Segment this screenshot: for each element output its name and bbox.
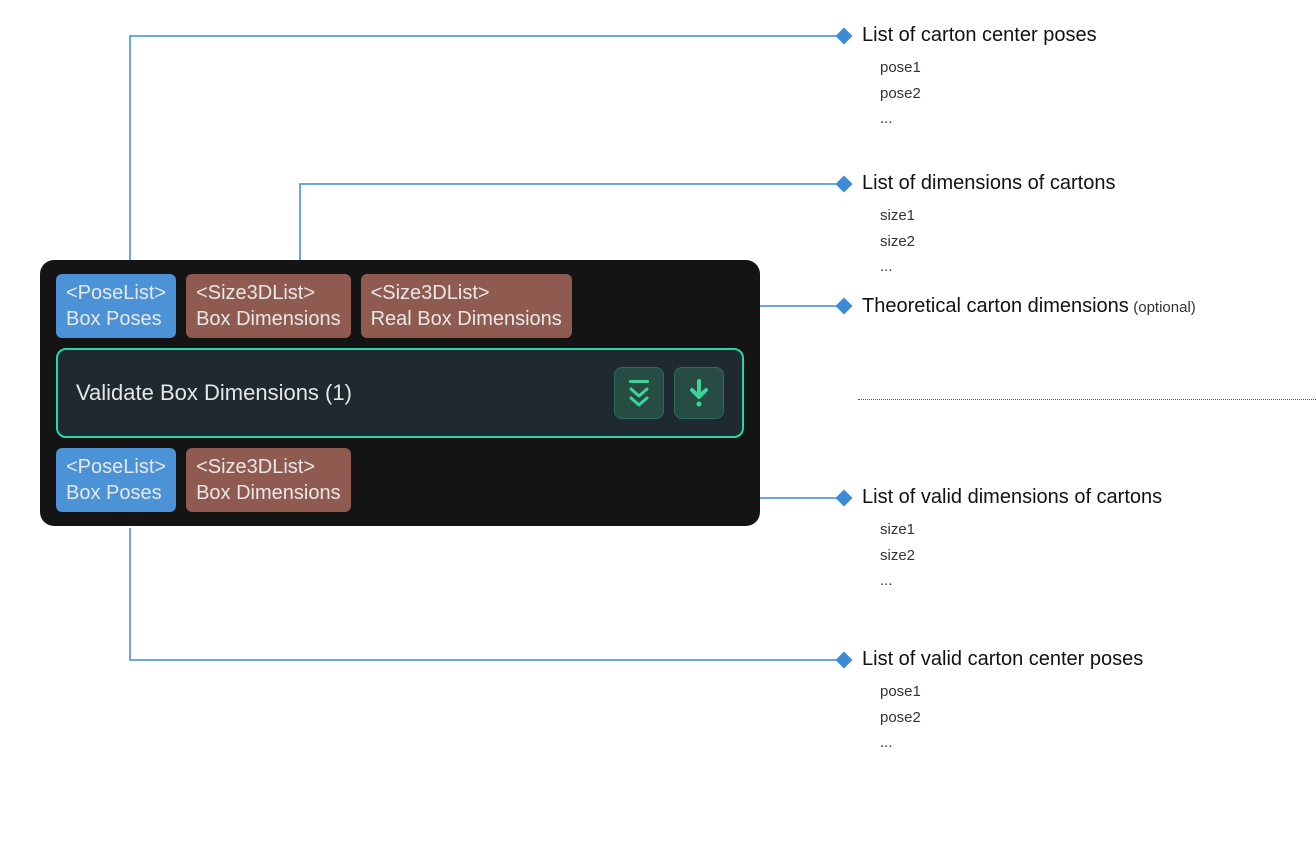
annotation-input-dimensions: List of dimensions of cartons size1 size… [862,172,1115,280]
port-type: <PoseList> [66,280,166,306]
output-port-row: <PoseList> Box Poses <Size3DList> Box Di… [56,448,744,512]
annotation-item: ... [880,254,1115,280]
annotation-item: ... [880,730,1143,756]
annotation-title: List of carton center poses [862,24,1097,47]
bullet-diamond [836,652,853,669]
output-port-box-dimensions[interactable]: <Size3DList> Box Dimensions [186,448,351,512]
port-label: Box Dimensions [196,480,341,506]
annotation-title: List of valid dimensions of cartons [862,486,1162,509]
input-port-box-poses[interactable]: <PoseList> Box Poses [56,274,176,338]
annotation-item: size1 [880,203,1115,229]
diagram-canvas: <PoseList> Box Poses <Size3DList> Box Di… [0,0,1316,848]
annotation-optional: (optional) [1133,299,1196,316]
annotation-item: ... [880,568,1162,594]
annotation-item: size1 [880,517,1162,543]
port-label: Box Poses [66,480,166,506]
annotation-item: pose1 [880,679,1143,705]
annotation-output-poses: List of valid carton center poses pose1 … [862,648,1143,756]
annotation-title: List of valid carton center poses [862,648,1143,671]
node-body[interactable]: Validate Box Dimensions (1) [56,348,744,438]
annotation-item: pose2 [880,705,1143,731]
annotation-item: pose2 [880,81,1097,107]
port-label: Real Box Dimensions [371,306,562,332]
annotation-items: pose1 pose2 ... [880,55,1097,132]
annotation-input-real-dimensions: Theoretical carton dimensions (optional) [862,295,1196,318]
port-type: <PoseList> [66,454,166,480]
node-title: Validate Box Dimensions (1) [76,380,352,406]
input-port-row: <PoseList> Box Poses <Size3DList> Box Di… [56,274,744,338]
annotation-input-poses: List of carton center poses pose1 pose2 … [862,24,1097,132]
annotation-title: Theoretical carton dimensions [862,295,1129,317]
annotation-items: size1 size2 ... [880,517,1162,594]
bullet-diamond [836,28,853,45]
port-type: <Size3DList> [371,280,562,306]
bullet-diamond [836,490,853,507]
download-button[interactable] [674,367,724,419]
divider [858,399,1316,400]
node-actions [614,367,724,419]
annotation-title: List of dimensions of cartons [862,172,1115,195]
arrow-down-icon [687,378,711,408]
input-port-box-dimensions[interactable]: <Size3DList> Box Dimensions [186,274,351,338]
annotation-item: size2 [880,229,1115,255]
annotation-output-dimensions: List of valid dimensions of cartons size… [862,486,1162,594]
node-panel: <PoseList> Box Poses <Size3DList> Box Di… [40,260,760,526]
port-type: <Size3DList> [196,280,341,306]
bullet-diamond [836,176,853,193]
annotation-items: pose1 pose2 ... [880,679,1143,756]
port-type: <Size3DList> [196,454,341,480]
expand-button[interactable] [614,367,664,419]
chevrons-down-icon [625,378,653,408]
bullet-diamond [836,298,853,315]
annotation-items: size1 size2 ... [880,203,1115,280]
annotation-item: pose1 [880,55,1097,81]
port-label: Box Poses [66,306,166,332]
annotation-item: size2 [880,543,1162,569]
input-port-real-box-dimensions[interactable]: <Size3DList> Real Box Dimensions [361,274,572,338]
port-label: Box Dimensions [196,306,341,332]
output-port-box-poses[interactable]: <PoseList> Box Poses [56,448,176,512]
annotation-item: ... [880,106,1097,132]
